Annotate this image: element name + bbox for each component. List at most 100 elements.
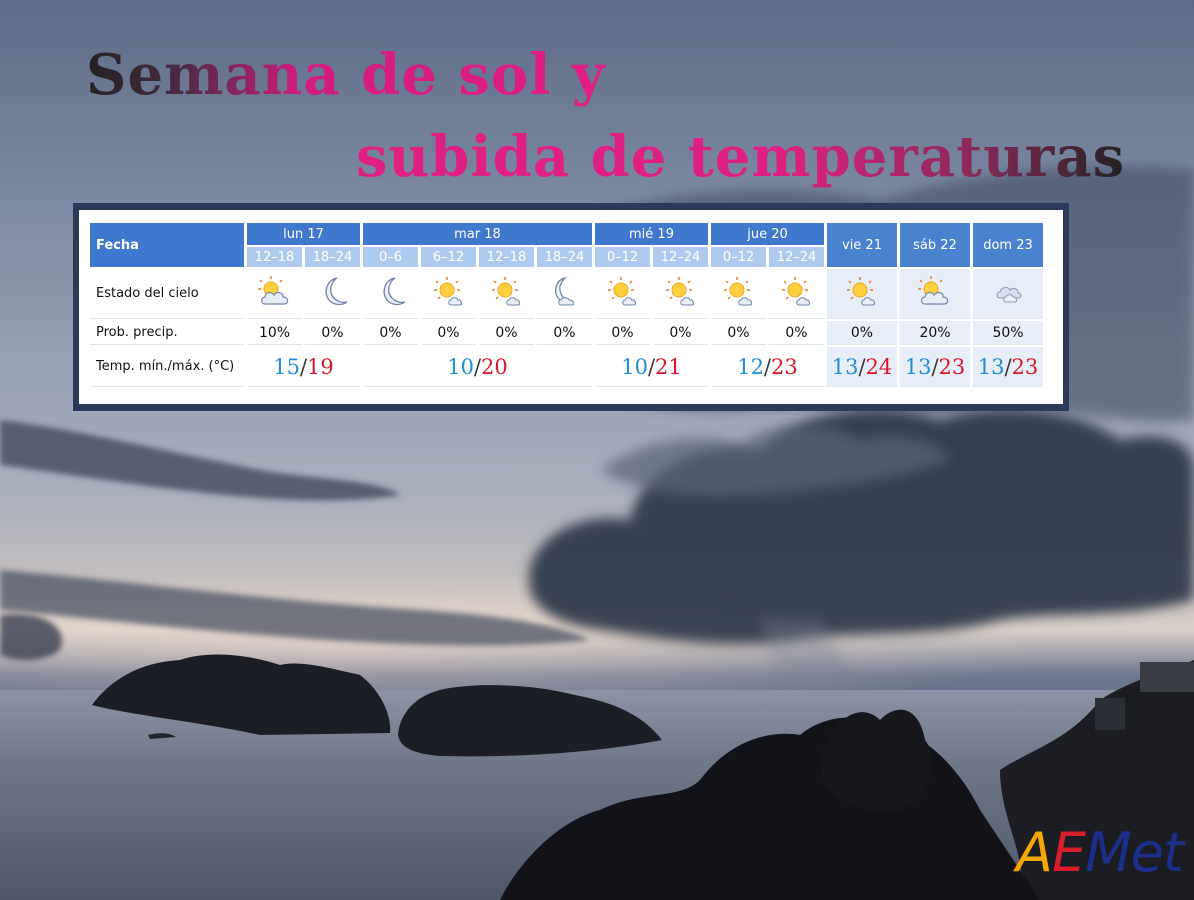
temp-separator: /: [1004, 354, 1012, 379]
period-header: 6–12: [421, 247, 476, 267]
sky-cell: [479, 269, 534, 319]
day-header-jue-20: jue 20: [711, 223, 824, 245]
precip-value: 0%: [711, 321, 766, 345]
fecha-label: Fecha: [90, 223, 244, 267]
temp-row-label: Temp. mín./máx. (°C): [90, 347, 244, 387]
temp-max: 20: [481, 354, 508, 379]
sun-small-cloud-icon: [429, 274, 469, 310]
precip-value: 0%: [305, 321, 360, 345]
period-header: 18–24: [537, 247, 592, 267]
sky-cell: [421, 269, 476, 319]
precip-value: 0%: [769, 321, 824, 345]
temp-max: 24: [865, 354, 893, 379]
temp-separator: /: [473, 354, 482, 379]
sun-behind-cloud-icon: [915, 274, 955, 310]
temp-separator: /: [647, 354, 656, 379]
period-header: 12–18: [479, 247, 534, 267]
sun-behind-cloud-icon: [255, 274, 295, 310]
precip-value: 0%: [595, 321, 650, 345]
temp-max: 19: [307, 354, 334, 379]
period-header: 12–24: [653, 247, 708, 267]
crescent-moon-icon: [313, 274, 353, 310]
temp-mie-19: 10/21: [595, 347, 708, 387]
sun-small-cloud-icon: [603, 274, 643, 310]
temp-dom-23: 13/23: [973, 347, 1043, 387]
temp-max: 21: [655, 354, 682, 379]
period-header: 0–12: [711, 247, 766, 267]
temp-min: 13: [977, 354, 1005, 379]
crescent-moon-icon: [371, 274, 411, 310]
moon-cloud-icon: [545, 274, 585, 310]
temp-separator: /: [299, 354, 308, 379]
sky-cell: [305, 269, 360, 319]
temp-min: 15: [273, 354, 300, 379]
sky-cell: [247, 269, 302, 319]
logo-letter: M: [1085, 821, 1132, 884]
logo-letter: t: [1162, 821, 1184, 884]
period-header: 0–12: [595, 247, 650, 267]
sun-small-cloud-icon: [719, 274, 759, 310]
temp-mar-18: 10/20: [363, 347, 592, 387]
precip-value: 0%: [827, 321, 897, 345]
sun-small-cloud-icon: [777, 274, 817, 310]
precip-value: 0%: [421, 321, 476, 345]
sun-small-cloud-icon: [842, 274, 882, 310]
temp-max: 23: [1011, 354, 1039, 379]
precip-value: 0%: [537, 321, 592, 345]
temp-row: Temp. mín./máx. (°C) 15/19 10/20 10/21 1…: [90, 347, 1043, 387]
logo-letter: E: [1051, 821, 1086, 884]
logo-letter: A: [1016, 821, 1053, 884]
precip-value: 10%: [247, 321, 302, 345]
day-header-mar-18: mar 18: [363, 223, 592, 245]
temp-separator: /: [763, 354, 772, 379]
temp-max: 23: [771, 354, 798, 379]
period-header: 12–24: [769, 247, 824, 267]
temp-min: 10: [447, 354, 474, 379]
temp-sab-22: 13/23: [900, 347, 970, 387]
day-header-mie-19: mié 19: [595, 223, 708, 245]
date-header-row: Fecha lun 17 mar 18 mié 19 jue 20 vie 21…: [90, 223, 1043, 267]
temp-separator: /: [858, 354, 866, 379]
sky-row-label: Estado del cielo: [90, 269, 244, 319]
headline-line-2: subida de temperaturas: [356, 124, 1126, 190]
precip-row-label: Prob. precip.: [90, 321, 244, 345]
aemet-logo-text: AEMet: [1016, 818, 1184, 888]
sky-cell: [711, 269, 766, 319]
precip-value: 50%: [973, 321, 1043, 345]
period-header: 0–6: [363, 247, 418, 267]
temp-vie-21: 13/24: [827, 347, 897, 387]
precip-value: 0%: [653, 321, 708, 345]
logo-letter: e: [1130, 821, 1164, 884]
temp-min: 10: [621, 354, 648, 379]
sky-cell: [769, 269, 824, 319]
period-header: 12–18: [247, 247, 302, 267]
day-header-dom-23: dom 23: [973, 223, 1043, 267]
sky-cell: [653, 269, 708, 319]
sky-cell: [900, 269, 970, 319]
sky-cell: [595, 269, 650, 319]
period-header: 18–24: [305, 247, 360, 267]
aemet-logo: AEMet: [1016, 818, 1190, 888]
day-header-vie-21: vie 21: [827, 223, 897, 267]
temp-lun-17: 15/19: [247, 347, 360, 387]
sky-row: Estado del cielo: [90, 269, 1043, 319]
temp-max: 23: [938, 354, 966, 379]
sky-cell: [973, 269, 1043, 319]
headline-line-1: Semana de sol y: [86, 42, 606, 108]
temp-separator: /: [931, 354, 939, 379]
forecast-table: Fecha lun 17 mar 18 mié 19 jue 20 vie 21…: [87, 221, 1046, 389]
temp-jue-20: 12/23: [711, 347, 824, 387]
sun-small-cloud-icon: [661, 274, 701, 310]
temp-min: 13: [904, 354, 932, 379]
temp-min: 12: [737, 354, 764, 379]
forecast-panel-inner: Fecha lun 17 mar 18 mié 19 jue 20 vie 21…: [79, 210, 1063, 404]
precip-value: 0%: [479, 321, 534, 345]
sky-cell: [827, 269, 897, 319]
sky-cell: [363, 269, 418, 319]
precip-value: 20%: [900, 321, 970, 345]
day-header-sab-22: sáb 22: [900, 223, 970, 267]
day-header-lun-17: lun 17: [247, 223, 360, 245]
cloudy-icon: [988, 274, 1028, 310]
precip-value: 0%: [363, 321, 418, 345]
sun-small-cloud-icon: [487, 274, 527, 310]
